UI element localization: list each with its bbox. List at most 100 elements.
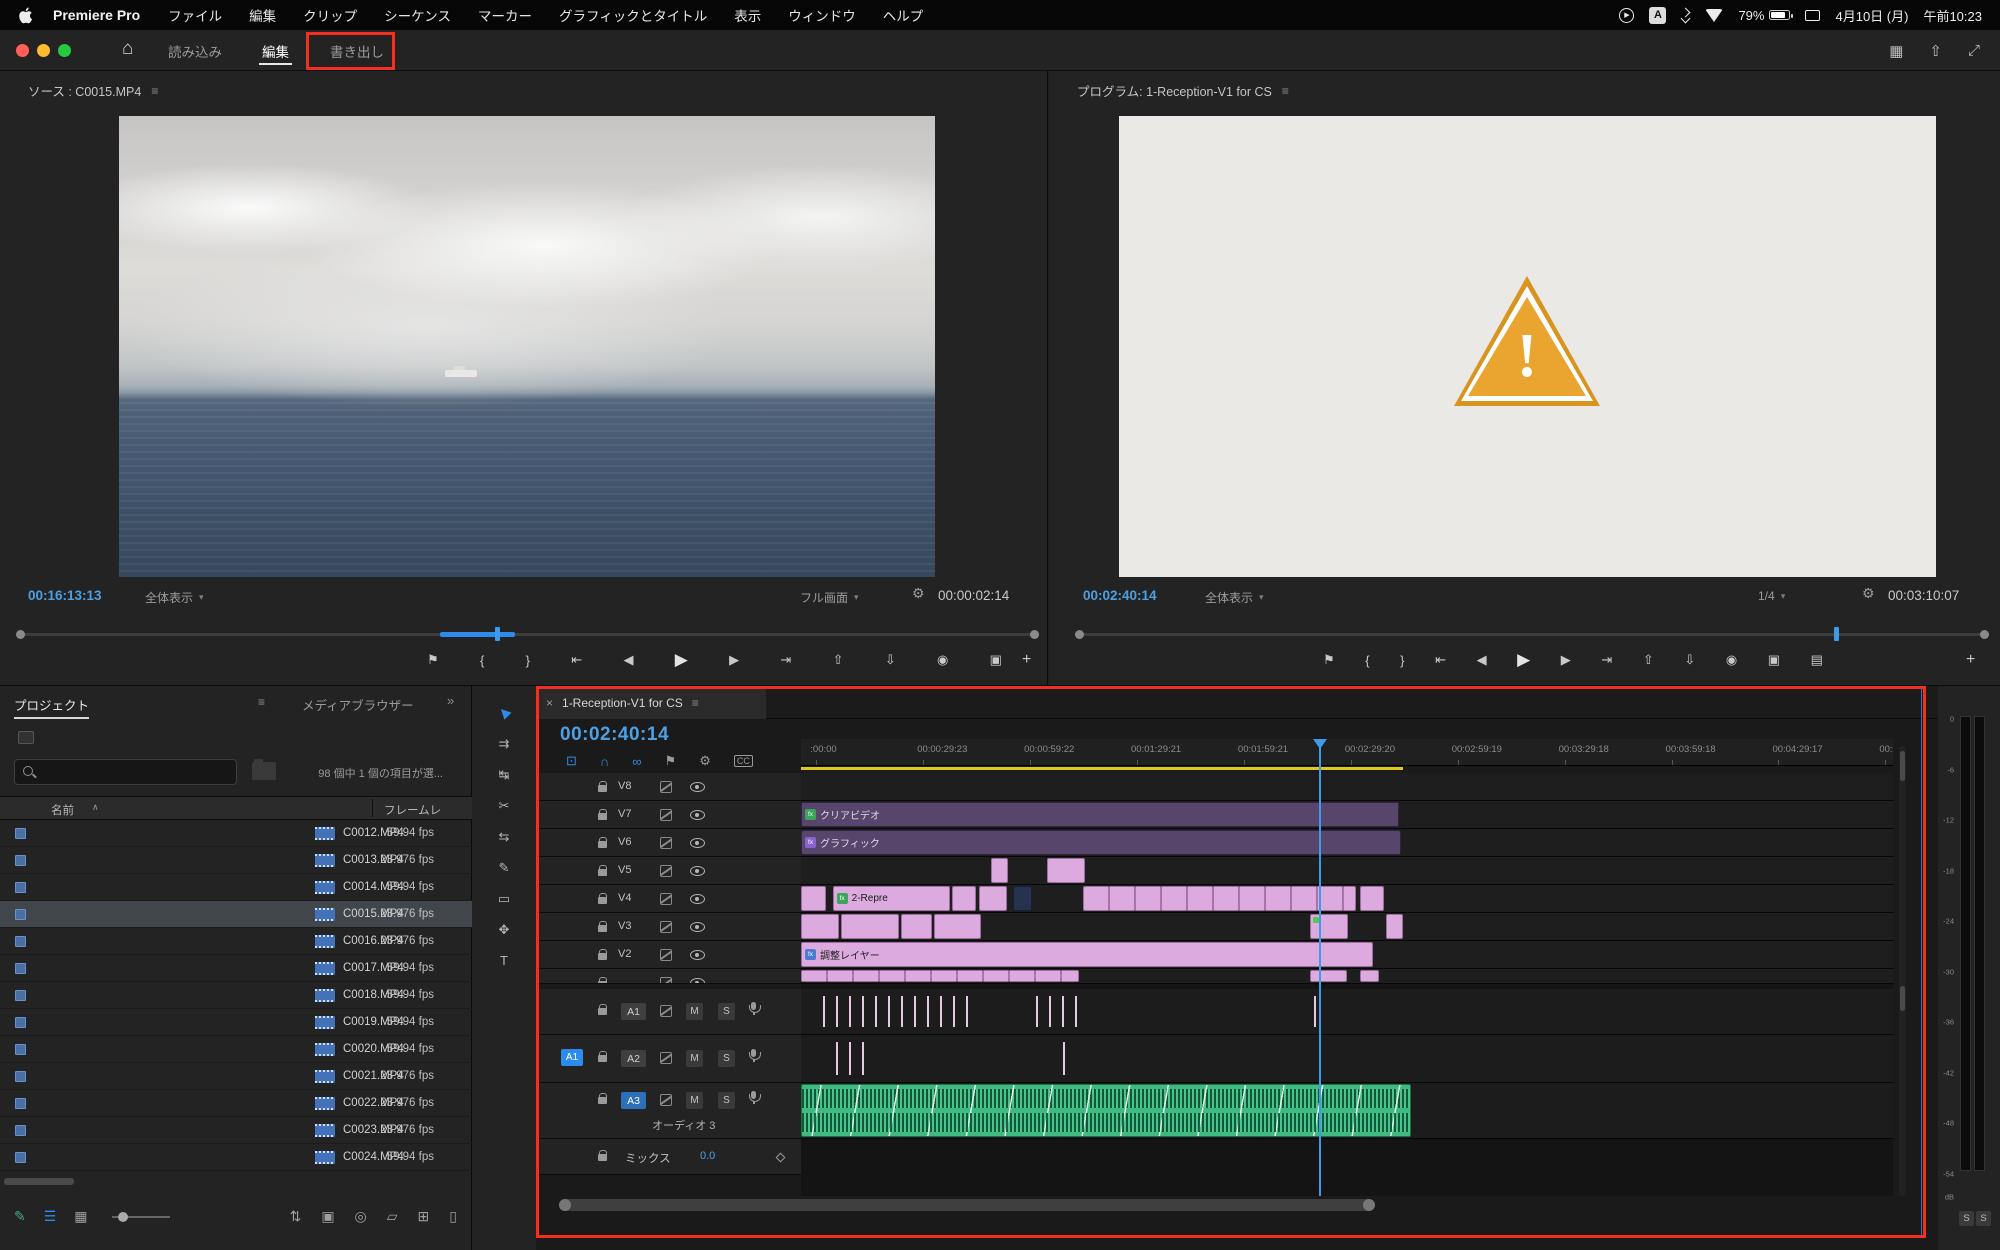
slip-tool[interactable]: ⇆ — [499, 830, 510, 844]
sync-lock-icon[interactable] — [660, 1094, 672, 1106]
display-icon[interactable] — [1805, 10, 1820, 21]
step-forward-button[interactable]: ▶ — [1561, 652, 1571, 668]
tab-overflow-icon[interactable]: » — [447, 693, 454, 708]
toggle-visibility-icon[interactable] — [690, 922, 705, 932]
menu-item[interactable]: シーケンス — [384, 5, 451, 25]
menu-item[interactable]: マーカー — [478, 5, 532, 25]
timeline-clip[interactable] — [952, 886, 976, 911]
lock-icon[interactable] — [598, 925, 607, 932]
slider-knob[interactable] — [118, 1212, 128, 1222]
track-header-v6[interactable]: V6 — [536, 829, 801, 857]
ripple-edit-tool[interactable]: ↹ — [499, 768, 510, 782]
comparison-view-button[interactable]: ▣ — [1768, 652, 1780, 668]
mute-button[interactable]: M — [686, 1003, 703, 1020]
apple-menu-icon[interactable] — [18, 7, 33, 24]
track-header-v2[interactable]: V2 — [536, 941, 801, 969]
table-row[interactable]: C0019.MP459.94 fps — [0, 1009, 472, 1036]
track-label[interactable]: A1 — [621, 1003, 646, 1020]
timeline-clip[interactable]: fx調整レイヤー — [801, 942, 1373, 967]
timeline-settings-icon[interactable]: ⚙ — [699, 753, 711, 769]
sync-lock-icon[interactable] — [660, 977, 672, 984]
zoom-handle-left[interactable] — [16, 630, 25, 639]
icon-view-icon[interactable]: ▦ — [74, 1208, 87, 1225]
lock-icon[interactable] — [598, 869, 607, 876]
wifi-icon[interactable] — [1705, 9, 1723, 22]
add-marker-icon[interactable]: ⚑ — [665, 753, 677, 769]
tab-export[interactable]: 書き出し — [330, 30, 384, 71]
add-marker-button[interactable]: ⚑ — [1323, 652, 1335, 668]
toggle-visibility-icon[interactable] — [690, 838, 705, 848]
source-patch-a1[interactable]: A1 — [561, 1049, 583, 1066]
program-zoom-dropdown[interactable]: 全体表示▾ — [1205, 589, 1264, 606]
source-scrubber[interactable] — [20, 633, 1035, 636]
program-video-preview[interactable]: ! — [1119, 116, 1936, 577]
timeline-clip[interactable] — [1083, 886, 1356, 911]
column-framerate[interactable]: フレームレ — [384, 802, 441, 818]
mark-out-button[interactable]: } — [526, 653, 530, 668]
step-back-button[interactable]: ◀ — [1477, 652, 1487, 668]
sync-lock-icon[interactable] — [660, 865, 672, 877]
nest-sequence-icon[interactable]: ⊡ — [566, 753, 577, 769]
lock-icon[interactable] — [598, 981, 607, 984]
selection-tool[interactable]: ▶ — [496, 705, 513, 722]
add-marker-button[interactable]: ⚑ — [427, 652, 439, 668]
zoom-handle-right[interactable] — [1030, 630, 1039, 639]
insert-button[interactable]: ⇧ — [833, 652, 844, 668]
go-to-in-button[interactable]: ⇤ — [1435, 652, 1446, 668]
battery-icon[interactable]: 79% — [1738, 8, 1790, 23]
program-quality-dropdown[interactable]: 1/4▾ — [1758, 589, 1785, 603]
bin-chip[interactable] — [18, 731, 34, 744]
zoom-handle-left[interactable] — [1075, 630, 1084, 639]
track-select-tool[interactable]: ⇉ — [499, 737, 510, 751]
track-header-a2[interactable]: A1 A2 M S — [536, 1035, 801, 1083]
table-row[interactable]: C0024.MP459.94 fps — [0, 1144, 472, 1171]
track-label[interactable]: A2 — [621, 1050, 646, 1067]
mute-button[interactable]: M — [686, 1092, 703, 1109]
type-tool[interactable]: T — [500, 954, 508, 968]
sync-lock-icon[interactable] — [660, 921, 672, 933]
toggle-visibility-icon[interactable] — [690, 866, 705, 876]
timeline-clip[interactable]: fxグラフィック — [801, 830, 1401, 855]
sync-lock-icon[interactable] — [660, 1052, 672, 1064]
export-frame-button[interactable]: ◉ — [937, 652, 948, 668]
timeline-clip[interactable] — [934, 914, 981, 939]
tab-project[interactable]: プロジェクト — [14, 695, 89, 714]
drag-video-button[interactable]: ▣ — [990, 652, 1002, 668]
timeline-hscrollbar[interactable] — [559, 1199, 1375, 1211]
list-view-icon[interactable]: ☰ — [44, 1208, 57, 1225]
menu-item[interactable]: ファイル — [168, 5, 222, 25]
source-title-text[interactable]: ソース : C0015.MP4 — [28, 81, 141, 100]
track-header-a1[interactable]: A1 M S — [536, 989, 801, 1035]
timeline-clip[interactable] — [801, 914, 839, 939]
timeline-clip[interactable] — [979, 886, 1007, 911]
solo-button[interactable]: S — [718, 1092, 735, 1109]
sync-lock-icon[interactable] — [660, 1005, 672, 1017]
mark-in-button[interactable]: { — [480, 653, 484, 668]
timeline-clip[interactable] — [991, 858, 1008, 883]
mark-in-button[interactable]: { — [1365, 653, 1369, 668]
menubar-date[interactable]: 4月10日 (月) — [1835, 6, 1908, 25]
settings-wrench-icon[interactable]: ⚙ — [1862, 585, 1875, 602]
minimize-window-button[interactable] — [37, 44, 50, 57]
timeline-clip[interactable] — [801, 970, 1079, 982]
lift-button[interactable]: ⇧ — [1643, 652, 1654, 668]
work-area-bar[interactable] — [801, 767, 1403, 770]
timeline-clip[interactable] — [801, 886, 826, 911]
table-row[interactable]: C0012.MP459.94 fps — [0, 820, 472, 847]
sort-icon[interactable]: ⇅ — [290, 1208, 302, 1225]
table-row[interactable]: C0023.MP423.976 fps — [0, 1117, 472, 1144]
voiceover-mic-icon[interactable] — [751, 1002, 756, 1010]
lock-icon[interactable] — [598, 841, 607, 848]
timeline-clip[interactable] — [1047, 858, 1085, 883]
track-header-v5[interactable]: V5 — [536, 857, 801, 885]
playback-status-icon[interactable]: ▶ — [1619, 8, 1634, 23]
settings-wrench-icon[interactable]: ⚙ — [912, 585, 925, 602]
fullscreen-icon[interactable]: ⤢ — [1968, 42, 1980, 59]
pen-tool[interactable]: ✎ — [499, 861, 510, 875]
voiceover-mic-icon[interactable] — [751, 1091, 756, 1099]
go-to-in-button[interactable]: ⇤ — [571, 652, 582, 668]
menu-item[interactable]: ウィンドウ — [788, 5, 856, 25]
track-header-v3[interactable]: V3 — [536, 913, 801, 941]
edit-icon[interactable]: ✎ — [14, 1208, 26, 1225]
timeline-ruler[interactable]: :00:0000:00:29:2300:00:59:2200:01:29:210… — [801, 739, 1893, 766]
